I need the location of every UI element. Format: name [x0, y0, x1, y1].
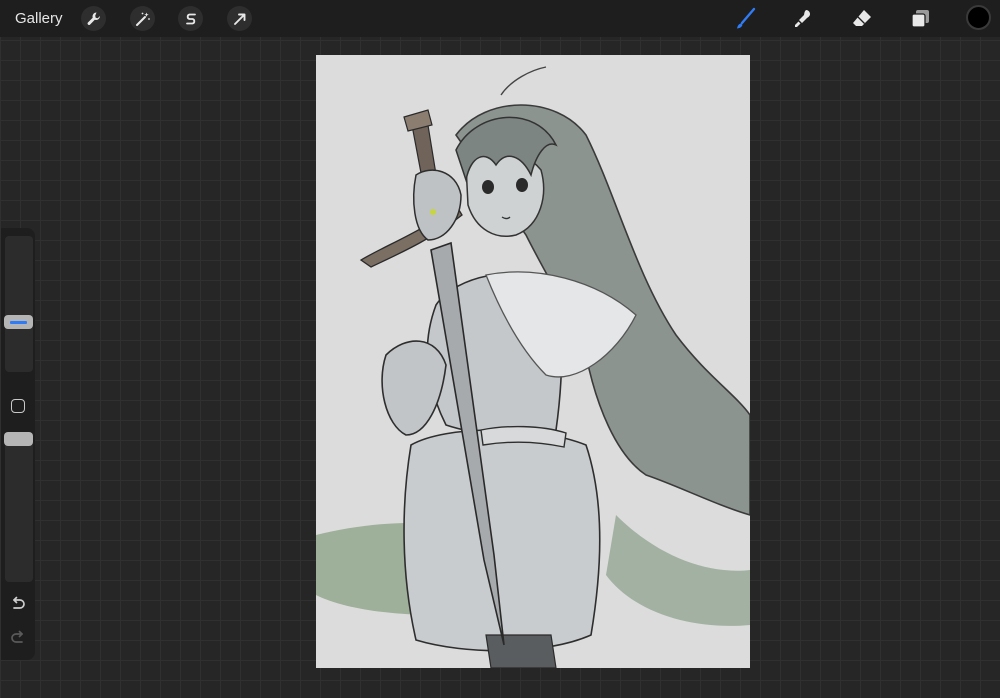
eraser-tool-button[interactable] — [848, 5, 876, 33]
brush-tool-button[interactable] — [731, 5, 759, 33]
eraser-icon — [853, 10, 871, 26]
selection-s-icon — [185, 13, 196, 24]
redo-icon[interactable] — [9, 629, 27, 647]
selection-button[interactable] — [178, 6, 203, 31]
brush-size-indicator — [10, 321, 27, 324]
smudge-icon — [795, 10, 810, 27]
drawing-canvas[interactable] — [316, 55, 750, 668]
transform-button[interactable] — [227, 6, 252, 31]
brush-icon — [737, 7, 756, 29]
actions-button[interactable] — [81, 6, 106, 31]
opacity-slider[interactable] — [4, 432, 33, 582]
layers-button[interactable] — [906, 5, 934, 33]
undo-icon[interactable] — [9, 595, 27, 613]
modify-square-icon[interactable] — [11, 399, 25, 413]
layers-icon — [911, 10, 929, 28]
wrench-icon — [87, 12, 100, 25]
magic-wand-icon — [135, 12, 150, 26]
artwork-sketch — [316, 66, 750, 668]
sidebar — [1, 228, 35, 660]
top-toolbar: Gallery — [0, 0, 1000, 37]
opacity-thumb[interactable] — [4, 432, 33, 446]
brush-size-slider[interactable] — [4, 236, 33, 372]
color-swatch-button[interactable] — [966, 5, 991, 30]
adjustments-button[interactable] — [130, 6, 155, 31]
transform-arrow-icon — [233, 13, 245, 25]
brush-size-thumb[interactable] — [4, 315, 33, 329]
gallery-button[interactable]: Gallery — [15, 9, 63, 28]
smudge-tool-button[interactable] — [789, 5, 817, 33]
